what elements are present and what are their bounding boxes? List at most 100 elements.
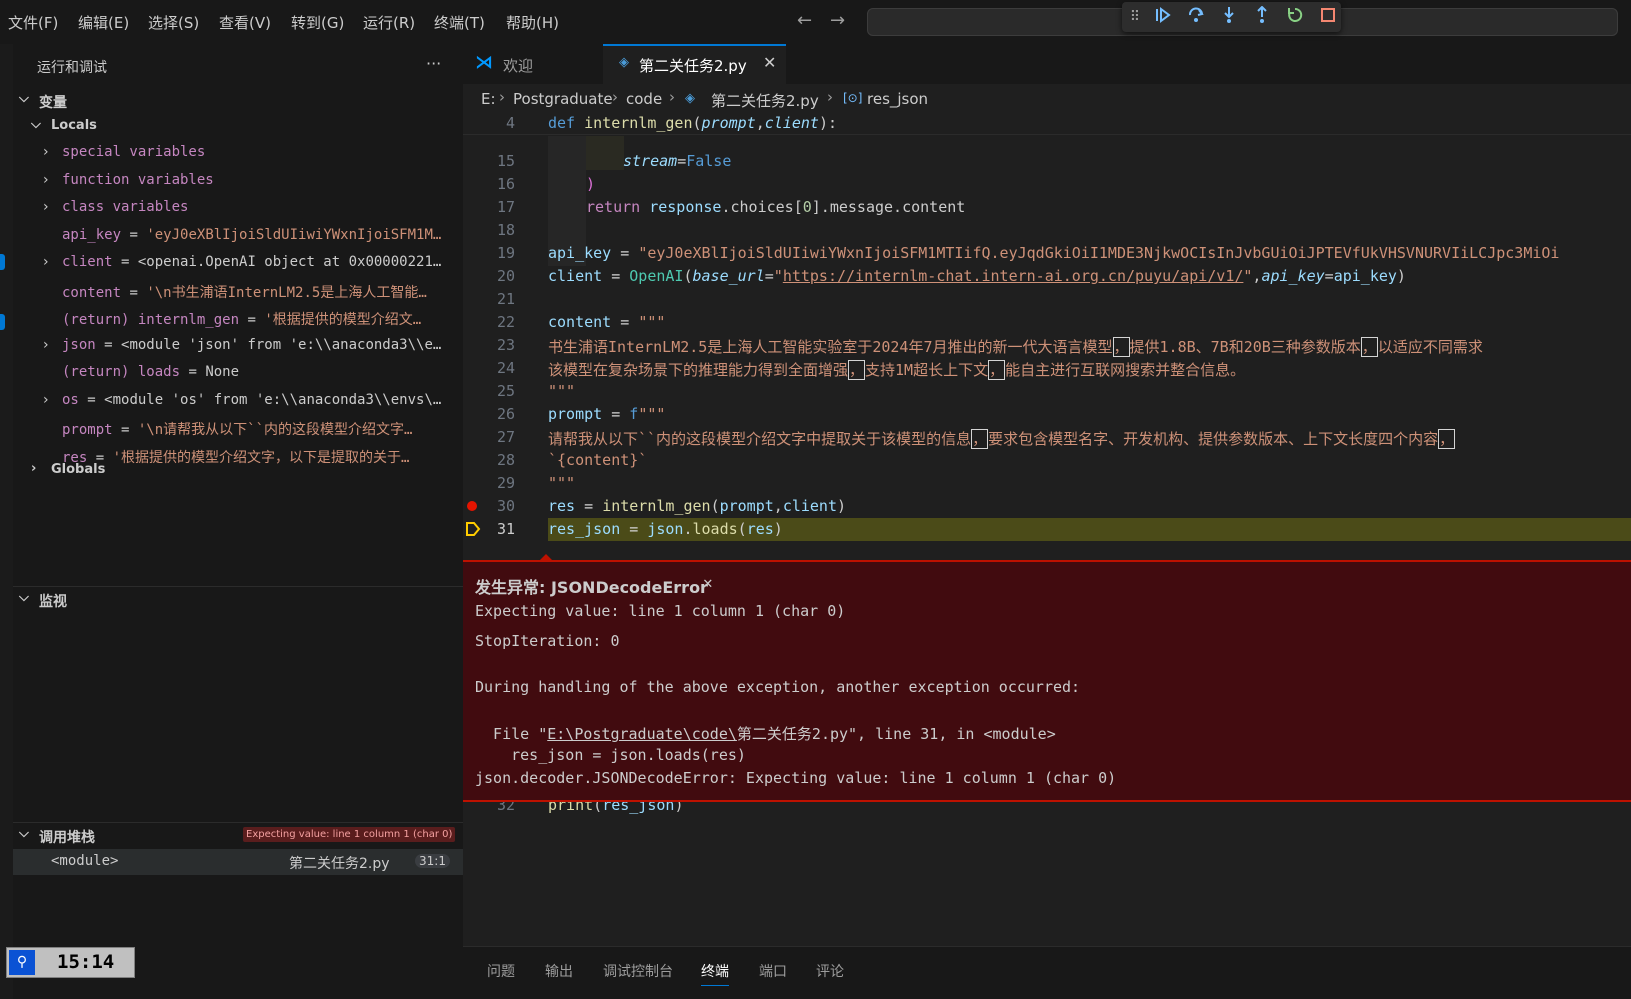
api-key-string: "eyJ0eXBlIjoiSldUIiwiYWxnIjoiSFM1MTIifQ.… (638, 244, 1560, 262)
locals-scope[interactable]: ⌵ Locals (13, 114, 463, 140)
panel-tab-problems[interactable]: 问题 (487, 961, 515, 981)
step-over-icon[interactable] (1185, 6, 1207, 28)
sticky-scroll-line[interactable]: 4 def internlm_gen(prompt,client): (463, 112, 1631, 135)
variable-row[interactable]: › os = <module 'os' from 'e:\\anaconda3\\… (13, 388, 463, 414)
variable-row[interactable]: › function variables (13, 168, 463, 194)
variable-text: prompt = '\n请帮我从以下``内的这段模型介绍文字… (62, 422, 413, 438)
variable-name: (return) loads (62, 364, 181, 380)
variable-row[interactable]: › client = <openai.OpenAI object at 0x000… (13, 250, 463, 276)
variable-row[interactable]: content = '\n书生浦语InternLM2.5是上海人工智能… (13, 278, 463, 304)
code-line[interactable]: 22 content = """ (463, 311, 1631, 334)
panel-tab-ports[interactable]: 端口 (759, 961, 787, 981)
code-line[interactable]: 21 (463, 288, 1631, 311)
chevron-right-icon[interactable]: › (43, 172, 49, 188)
code-line[interactable]: 29 """ (463, 472, 1631, 495)
variable-name: client (62, 254, 113, 270)
code-line[interactable]: 19 api_key = "eyJ0eXBlIjoiSldUIiwiYWxnIj… (463, 242, 1631, 265)
menu-file[interactable]: 文件(F) (8, 12, 58, 33)
menu-edit[interactable]: 编辑(E) (78, 12, 129, 33)
chevron-right-icon[interactable]: › (43, 254, 49, 270)
close-icon[interactable]: ✕ (703, 573, 713, 592)
watch-section-header[interactable]: ⌵ 监视 (13, 586, 463, 612)
code-line[interactable]: 23 书生浦语InternLM2.5是上海人工智能实验室于2024年7月推出的新… (463, 334, 1631, 357)
variable-row[interactable]: api_key = 'eyJ0eXBlIjoiSldUIiwiYWxnIjoiS… (13, 223, 463, 249)
line-number: 19 (496, 244, 515, 262)
variable-row[interactable]: (return) loads = None (13, 360, 463, 386)
menu-run[interactable]: 运行(R) (363, 12, 415, 33)
python-file-icon: ◈ (619, 55, 629, 70)
panel-tab-terminal[interactable]: 终端 (701, 961, 729, 986)
code-line[interactable]: 17 return response.choices[0].message.co… (463, 196, 1631, 219)
chevron-right-icon[interactable]: › (43, 144, 49, 160)
code-line[interactable]: 30 res = internlm_gen(prompt,client) (463, 495, 1631, 518)
breadcrumb-folder[interactable]: code (626, 90, 662, 108)
code-line[interactable]: 20 client = OpenAI(base_url="https://int… (463, 265, 1631, 288)
code-line[interactable]: 18 (463, 219, 1631, 242)
menu-help[interactable]: 帮助(H) (506, 12, 559, 33)
variable-text: api_key = 'eyJ0eXBlIjoiSldUIiwiYWxnIjoiS… (62, 226, 442, 243)
breadcrumb-folder[interactable]: Postgraduate (513, 90, 613, 108)
url-link[interactable]: https://internlm-chat.intern-ai.org.cn/p… (783, 267, 1244, 285)
modified-marker (0, 314, 5, 330)
tab-welcome[interactable]: ⋊ 欢迎 (463, 44, 603, 84)
chevron-right-icon[interactable]: › (43, 392, 49, 408)
panel-tab-comments[interactable]: 评论 (816, 961, 844, 981)
code-line[interactable]: 16 ) (463, 173, 1631, 196)
exception-message: json.decoder.JSONDecodeError: Expecting … (475, 769, 1117, 787)
step-into-icon[interactable] (1218, 6, 1240, 28)
clock-widget: ⚲ 15:14 (6, 947, 135, 978)
globals-scope[interactable]: › Globals (13, 458, 463, 484)
menu-terminal[interactable]: 终端(T) (434, 12, 485, 33)
more-actions-icon[interactable]: ··· (426, 54, 441, 73)
variable-row[interactable]: › special variables (13, 140, 463, 166)
stop-icon[interactable] (1317, 6, 1339, 28)
variables-section-header[interactable]: ⌵ 变量 (13, 88, 463, 114)
line-number: 4 (505, 114, 515, 132)
breadcrumb-drive[interactable]: E: (481, 90, 496, 108)
code-line[interactable]: 26 prompt = f""" (463, 403, 1631, 426)
callstack-section-header[interactable]: ⌵ 调用堆栈 Expecting value: line 1 column 1 … (13, 822, 463, 848)
line-number: 25 (496, 382, 515, 400)
variable-row[interactable]: › json = <module 'json' from 'e:\\anacond… (13, 333, 463, 359)
code-line[interactable]: 24 该模型在复杂场景下的推理能力得到全面增强，支持1M超长上下文，能自主进行互… (463, 357, 1631, 380)
locals-label: Locals (51, 118, 97, 133)
exception-message: During handling of the above exception, … (475, 678, 1081, 696)
variable-row[interactable]: prompt = '\n请帮我从以下``内的这段模型介绍文字… (13, 415, 463, 441)
chevron-right-icon[interactable]: › (43, 199, 49, 215)
traceback-text: 第二关任务2.py", line 31, in <module> (736, 725, 1056, 743)
exception-widget: 发生异常: JSONDecodeError ✕ Expecting value:… (463, 554, 1631, 802)
string-text: 能自主进行互联网搜索并整合信息。 (1005, 361, 1246, 379)
forward-arrow-icon[interactable]: → (830, 10, 845, 31)
menu-selection[interactable]: 选择(S) (148, 12, 199, 33)
tab-active-file[interactable]: ◈ 第二关任务2.py ✕ (603, 44, 786, 84)
menu-goto[interactable]: 转到(G) (291, 12, 344, 33)
panel-tab-debug-console[interactable]: 调试控制台 (603, 961, 673, 981)
callstack-frame[interactable]: <module> 第二关任务2.py 31:1 (13, 849, 463, 875)
breadcrumb-symbol[interactable]: res_json (867, 90, 928, 108)
panel-tab-output[interactable]: 输出 (545, 961, 573, 981)
close-icon[interactable]: ✕ (763, 53, 776, 72)
continue-icon[interactable] (1152, 6, 1174, 28)
chevron-right-icon[interactable]: › (43, 337, 49, 353)
back-arrow-icon[interactable]: ← (797, 10, 812, 31)
current-execution-line[interactable]: 31 res_json = json.loads(res) (463, 518, 1631, 541)
code-line[interactable]: 25 """ (463, 380, 1631, 403)
drag-handle-icon[interactable]: ⠿ (1124, 6, 1146, 28)
variable-row[interactable]: › class variables (13, 195, 463, 221)
variable-row[interactable]: (return) internlm_gen = '根据提供的模型介绍文… (13, 305, 463, 331)
exception-badge: Expecting value: line 1 column 1 (char 0… (243, 827, 456, 842)
string-text: 支持1M超长上下文 (865, 361, 989, 379)
code-line[interactable]: 15 stream=False (463, 150, 1631, 173)
step-out-icon[interactable] (1251, 5, 1273, 28)
menu-view[interactable]: 查看(V) (219, 12, 271, 33)
pin-icon[interactable]: ⚲ (9, 950, 35, 975)
breadcrumb-file[interactable]: 第二关任务2.py (711, 90, 819, 111)
chevron-right-icon: › (669, 88, 675, 106)
code-line[interactable]: 28 `{content}` (463, 449, 1631, 472)
traceback-line: File "E:\Postgraduate\code\第二关任务2.py", l… (475, 723, 1056, 744)
code-line[interactable]: 27 请帮我从以下``内的这段模型介绍文字中提取关于该模型的信息，要求包含模型名… (463, 426, 1631, 449)
restart-icon[interactable] (1284, 6, 1306, 28)
line-number: 21 (496, 290, 515, 308)
tab-label: 第二关任务2.py (639, 57, 747, 75)
file-link[interactable]: E:\Postgraduate\code\ (547, 725, 737, 743)
